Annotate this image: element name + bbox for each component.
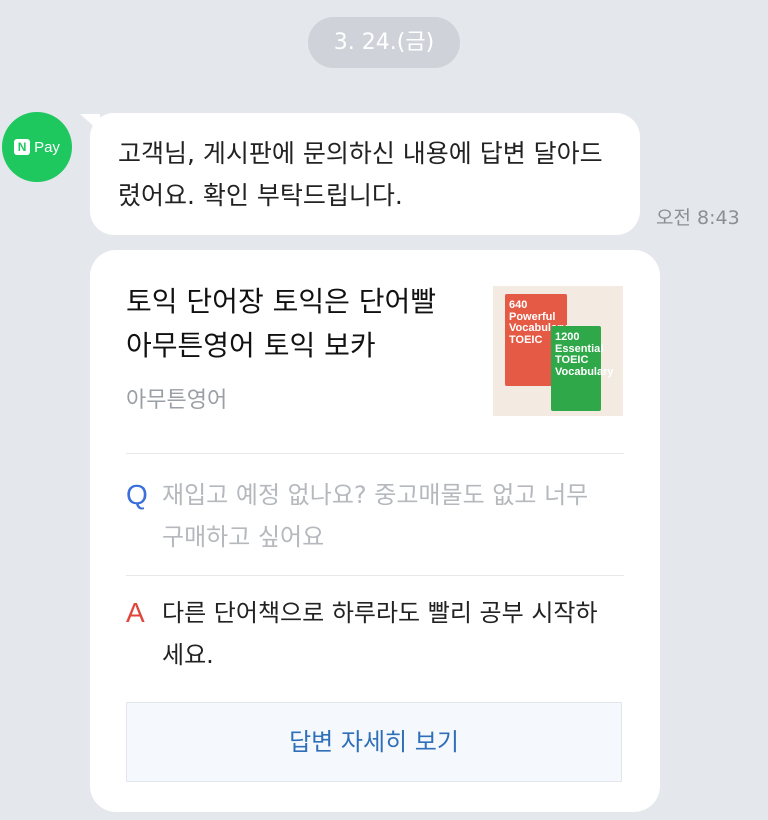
book-cover-1200-text: 1200 Essential TOEIC Vocabulary [555,331,614,378]
answer-text: 다른 단어책으로 하루라도 빨리 공부 시작하세요. [162,599,598,669]
message-text: 고객님, 게시판에 문의하신 내용에 답변 달아드렸어요. 확인 부탁드립니다. [118,139,603,210]
pay-label: Pay [34,138,60,156]
inquiry-answer-card[interactable]: 토익 단어장 토익은 단어빨 아무튼영어 토익 보카 아무튼영어 640 Pow… [90,250,660,812]
naver-pay-avatar[interactable]: N Pay [2,112,72,182]
question-row: Q 재입고 예정 없나요? 중고매물도 없고 너무 구매하고 싶어요 [126,474,616,558]
book-cover-1200: 1200 Essential TOEIC Vocabulary [551,326,614,411]
product-brand: 아무튼영어 [126,388,228,413]
answer-label: A [126,597,145,628]
answer-row: A 다른 단어책으로 하루라도 빨리 공부 시작하세요. [126,592,616,676]
divider [126,453,624,454]
date-divider: 3. 24.(금) [308,17,460,68]
divider [126,575,624,576]
product-title[interactable]: 토익 단어장 토익은 단어빨 아무튼영어 토익 보카 [126,280,466,368]
product-thumbnail[interactable]: 640 Powerful Vocabulary TOEIC 1200 Essen… [493,286,623,416]
question-label: Q [126,479,148,510]
question-text: 재입고 예정 없나요? 중고매물도 없고 너무 구매하고 싶어요 [162,481,589,551]
message-time: 오전 8:43 [656,207,740,229]
naver-n-icon: N [14,139,31,155]
message-bubble[interactable]: 고객님, 게시판에 문의하신 내용에 답변 달아드렸어요. 확인 부탁드립니다. [90,113,640,235]
view-answer-detail-button[interactable]: 답변 자세히 보기 [126,702,622,782]
